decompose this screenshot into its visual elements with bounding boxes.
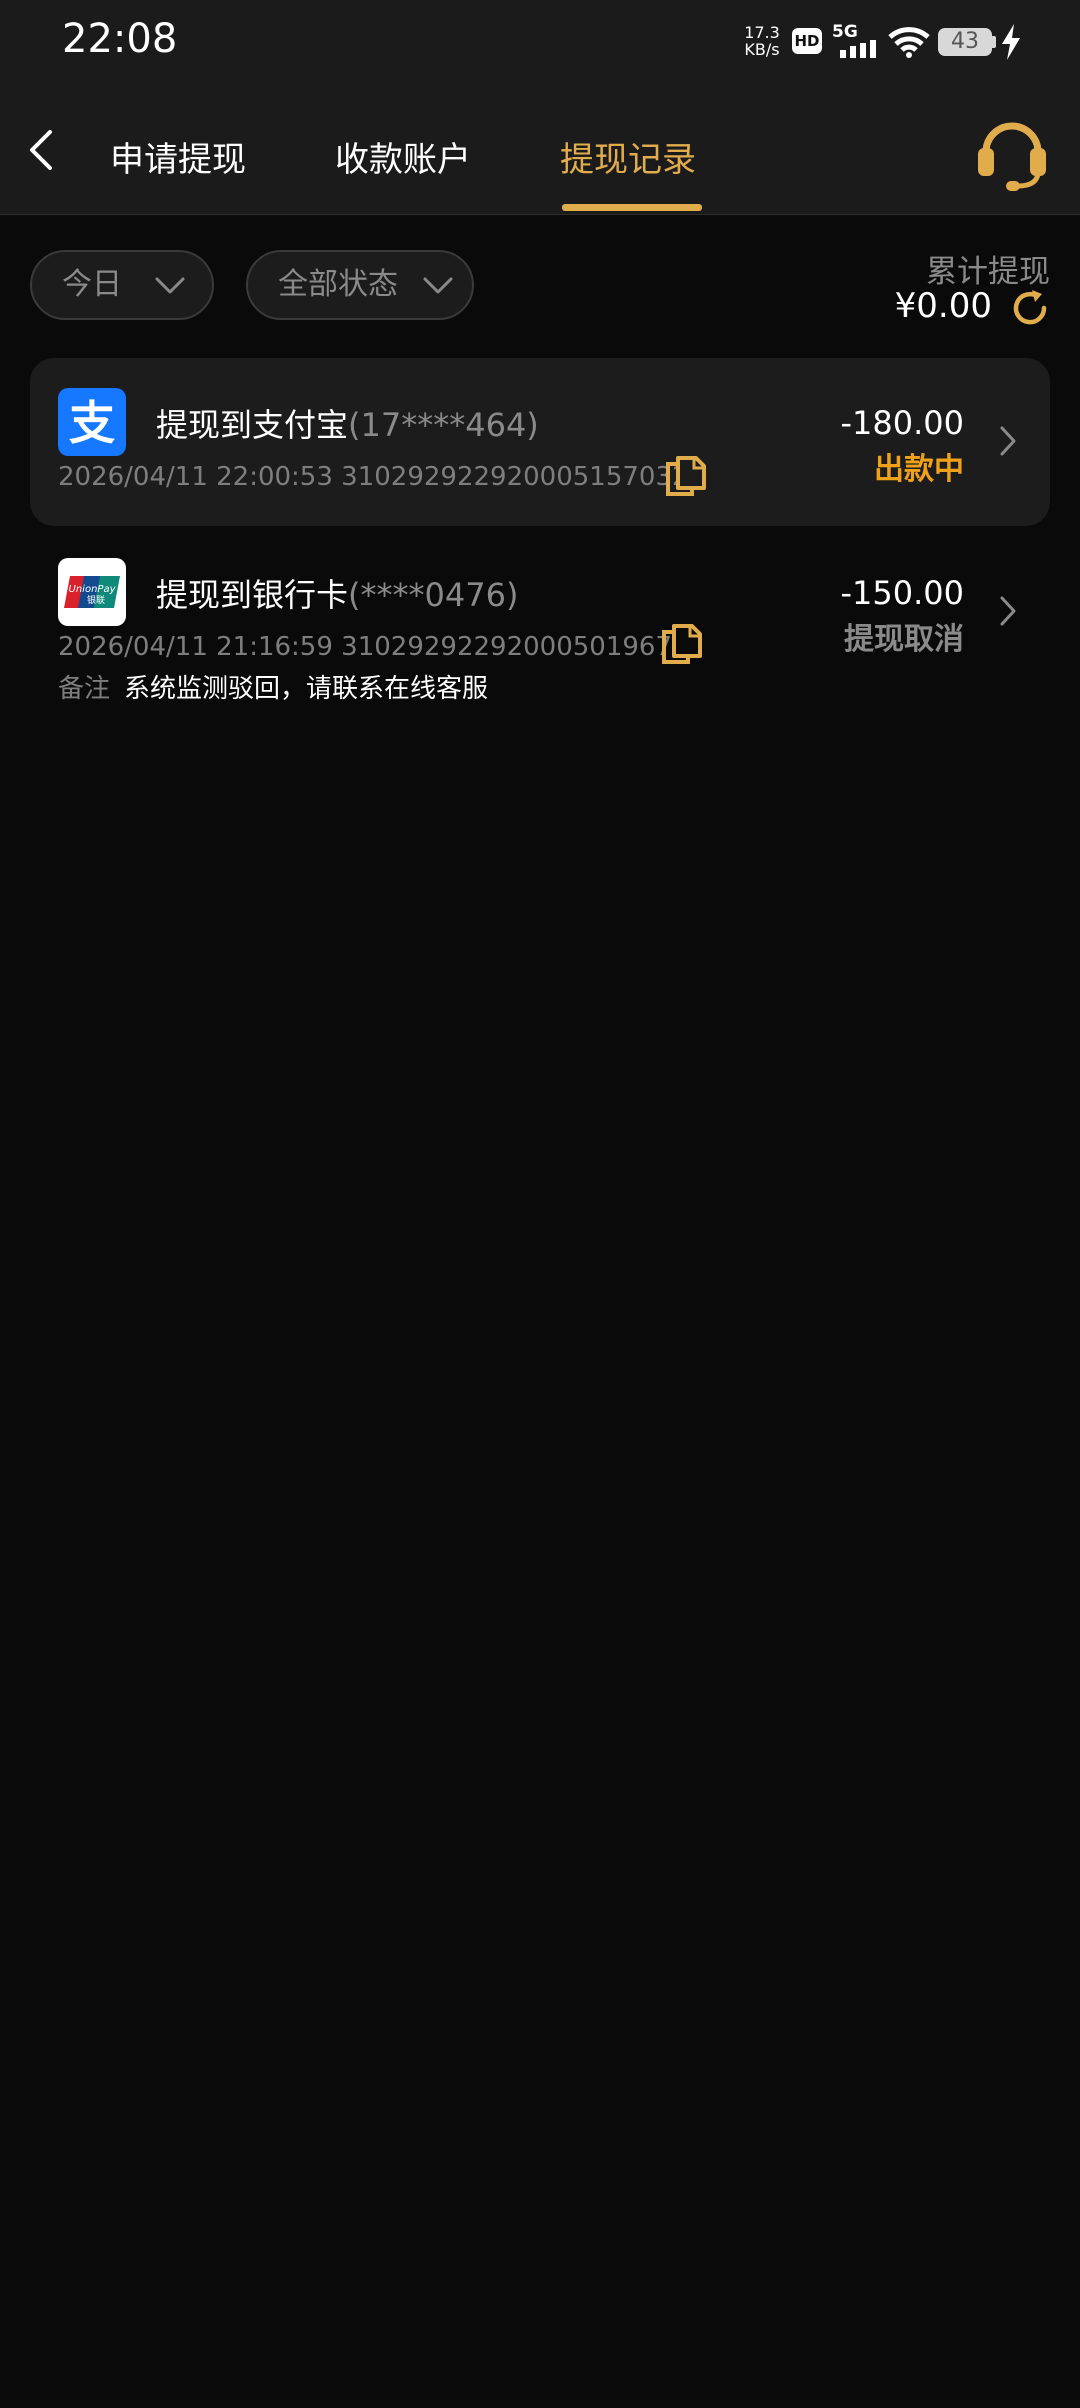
total-withdraw-label: 累计提现 bbox=[926, 254, 1050, 290]
svg-text:支: 支 bbox=[69, 396, 115, 450]
record-account: (17****464) bbox=[348, 406, 539, 444]
withdraw-record-item[interactable]: 支 提现到支付宝(17****464) 2026/04/11 22:00:53 … bbox=[30, 358, 1050, 526]
date-filter-label: 今日 bbox=[62, 267, 122, 302]
record-amount: -180.00 bbox=[840, 404, 964, 442]
record-account: (****0476) bbox=[348, 576, 519, 614]
record-status: 出款中 bbox=[874, 452, 964, 487]
record-title: 提现到银行卡(****0476) bbox=[156, 576, 519, 614]
active-tab-indicator bbox=[562, 204, 702, 211]
status-time: 22:08 bbox=[62, 16, 178, 62]
hd-badge: HD bbox=[792, 28, 822, 54]
record-remark-label: 备注 bbox=[58, 674, 111, 704]
tab-apply-withdraw[interactable]: 申请提现 bbox=[110, 132, 246, 181]
chevron-down-icon bbox=[423, 277, 453, 294]
record-order-no: 310292922920005019678 bbox=[341, 632, 689, 662]
charging-bolt-icon bbox=[1002, 24, 1020, 60]
chevron-right-icon bbox=[1000, 596, 1016, 626]
status-filter-dropdown[interactable]: 全部状态 bbox=[246, 250, 474, 320]
network-type: 5G bbox=[832, 22, 858, 42]
unionpay-icon: UnionPay 银联 bbox=[58, 558, 126, 626]
refresh-icon[interactable] bbox=[1010, 288, 1050, 328]
record-remark: 备注 系统监测驳回，请联系在线客服 bbox=[58, 668, 488, 705]
chevron-right-icon bbox=[1000, 426, 1016, 456]
record-datetime: 2026/04/11 21:16:59 bbox=[58, 632, 333, 662]
record-title: 提现到支付宝(17****464) bbox=[156, 406, 539, 444]
record-remark-text: 系统监测驳回，请联系在线客服 bbox=[124, 674, 489, 704]
network-speed: 17.3 KB/s bbox=[744, 23, 780, 59]
svg-text:银联: 银联 bbox=[87, 594, 105, 606]
record-status: 提现取消 bbox=[844, 622, 964, 657]
svg-text:UnionPay: UnionPay bbox=[69, 584, 117, 595]
top-nav-bar: 申请提现 收款账户 提现记录 bbox=[0, 86, 1080, 215]
copy-icon[interactable] bbox=[660, 622, 704, 666]
copy-icon[interactable] bbox=[664, 454, 708, 498]
headset-icon[interactable] bbox=[972, 112, 1052, 192]
wifi-icon bbox=[888, 27, 930, 58]
record-meta: 2026/04/11 22:00:53 31029292292000515703… bbox=[58, 462, 689, 492]
record-amount: -150.00 bbox=[840, 574, 964, 612]
chevron-down-icon bbox=[155, 277, 185, 294]
record-order-no: 310292922920005157032 bbox=[341, 462, 689, 492]
battery-tip bbox=[992, 36, 996, 48]
status-bar: 22:08 17.3 KB/s HD 5G 43 bbox=[0, 0, 1080, 86]
tab-payee-accounts[interactable]: 收款账户 bbox=[335, 132, 471, 181]
withdraw-record-item[interactable]: UnionPay 银联 提现到银行卡(****0476) 2026/04/11 … bbox=[30, 528, 1050, 718]
record-datetime: 2026/04/11 22:00:53 bbox=[58, 462, 333, 492]
chevron-left-icon[interactable] bbox=[22, 126, 62, 174]
total-withdraw-amount: ¥0.00 bbox=[894, 286, 992, 326]
date-filter-dropdown[interactable]: 今日 bbox=[30, 250, 214, 320]
alipay-icon: 支 bbox=[58, 388, 126, 456]
tab-withdraw-records[interactable]: 提现记录 bbox=[560, 132, 696, 181]
signal-icon bbox=[840, 40, 876, 58]
battery-icon: 43 bbox=[938, 28, 992, 56]
record-meta: 2026/04/11 21:16:59 31029292292000501967… bbox=[58, 632, 689, 662]
status-filter-label: 全部状态 bbox=[278, 267, 398, 302]
